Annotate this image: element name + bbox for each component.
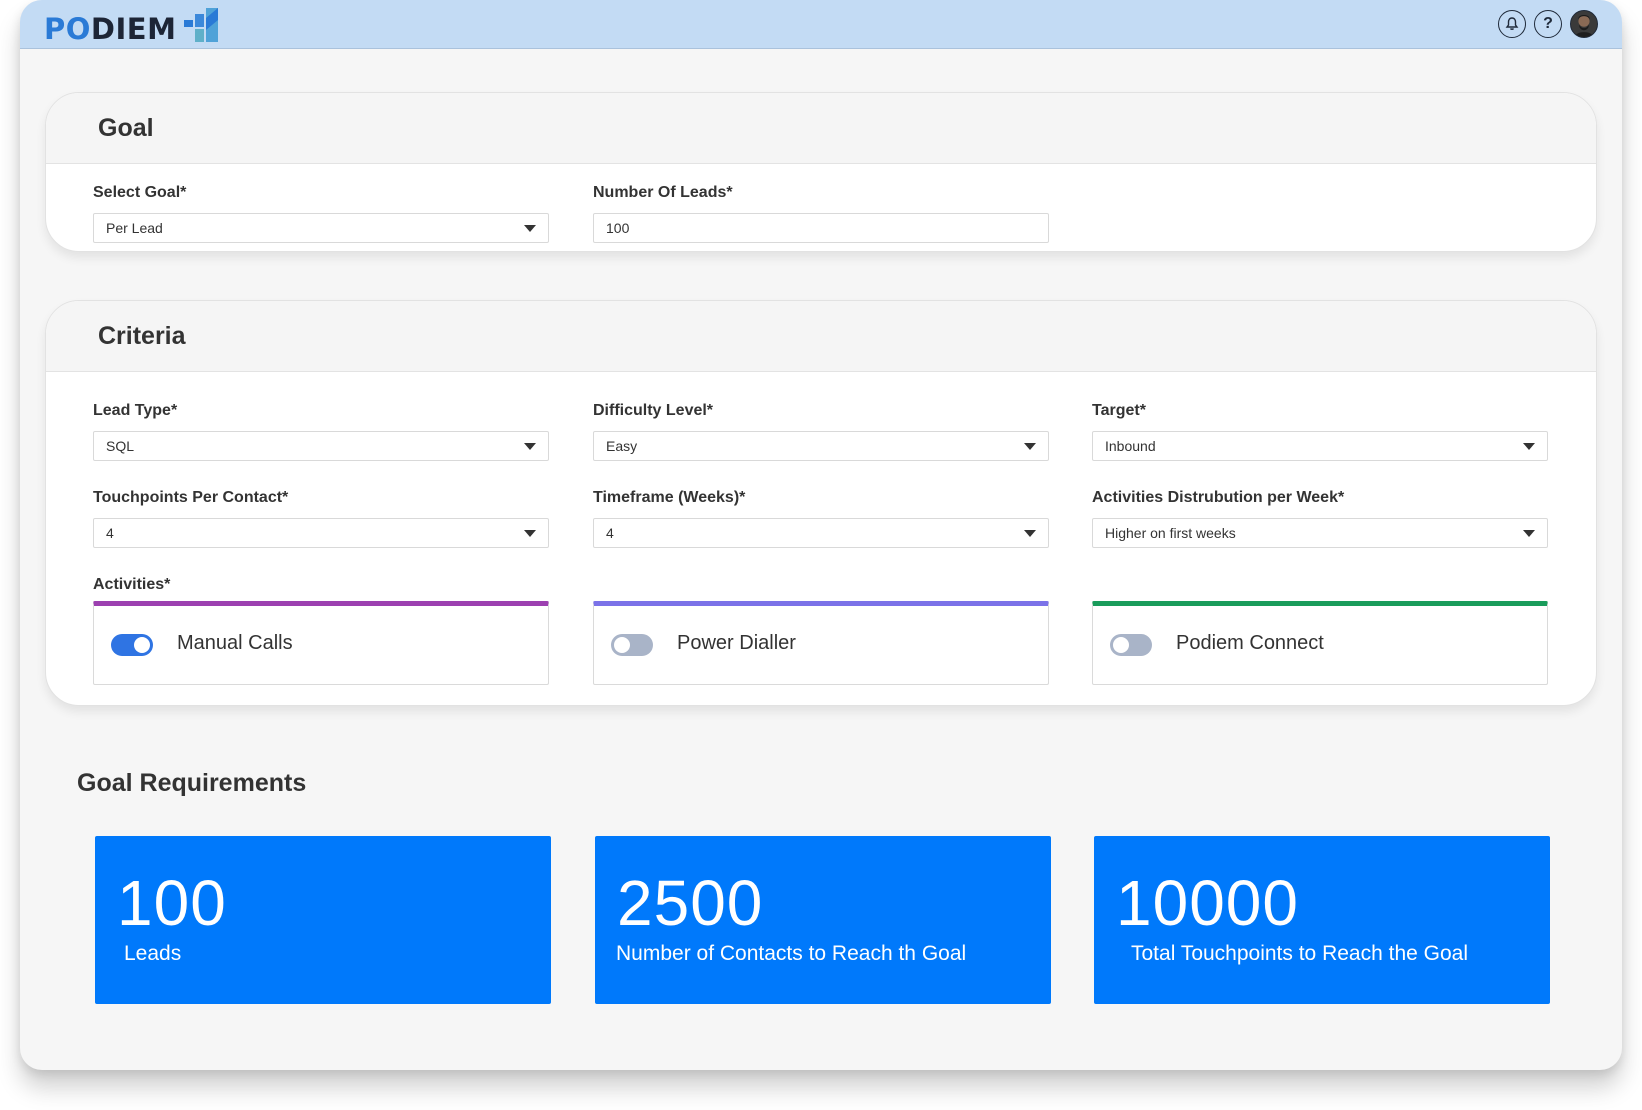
number-of-leads-input[interactable]: 100 <box>593 213 1049 243</box>
lead-type-dropdown[interactable]: SQL <box>93 431 549 461</box>
lead-type-value: SQL <box>106 438 135 454</box>
distribution-value: Higher on first weeks <box>1105 525 1236 541</box>
stat-label: Total Touchpoints to Reach the Goal <box>1131 942 1468 965</box>
lead-type-label: Lead Type* <box>93 402 178 419</box>
help-icon[interactable]: ? <box>1534 10 1562 38</box>
podiem-connect-toggle[interactable] <box>1110 634 1152 656</box>
logo-text: PODIEM <box>44 11 177 46</box>
touchpoints-field: Touchpoints Per Contact* 4 <box>93 488 549 548</box>
criteria-card-header: Criteria <box>46 301 1596 372</box>
goal-card: Goal Select Goal* Per Lead Number Of Lea… <box>45 92 1597 252</box>
power-dialler-toggle[interactable] <box>611 634 653 656</box>
number-of-leads-field: Number Of Leads* 100 <box>593 183 1049 243</box>
caret-down-icon <box>1024 530 1036 537</box>
app-window: PODIEM ? Goal Select Goal* Per Lead Numb… <box>20 0 1622 1070</box>
caret-down-icon <box>524 225 536 232</box>
distribution-label: Activities Distrubution per Week* <box>1092 489 1345 506</box>
avatar[interactable] <box>1570 10 1598 38</box>
caret-down-icon <box>1024 443 1036 450</box>
select-goal-field: Select Goal* Per Lead <box>93 183 549 243</box>
timeframe-dropdown[interactable]: 4 <box>593 518 1049 548</box>
difficulty-level-field: Difficulty Level* Easy <box>593 401 1049 461</box>
caret-down-icon <box>1523 443 1535 450</box>
goal-title: Goal <box>98 113 154 142</box>
target-dropdown[interactable]: Inbound <box>1092 431 1548 461</box>
activity-podiem-connect: Podiem Connect <box>1092 601 1548 685</box>
target-label: Target* <box>1092 402 1146 419</box>
timeframe-value: 4 <box>606 525 614 541</box>
difficulty-level-label: Difficulty Level* <box>593 402 714 419</box>
touchpoints-label: Touchpoints Per Contact* <box>93 489 289 506</box>
top-bar: PODIEM ? <box>20 0 1622 49</box>
stat-value: 10000 <box>1116 867 1299 939</box>
stat-label: Leads <box>124 942 182 965</box>
criteria-title: Criteria <box>98 321 186 350</box>
podiem-logo[interactable]: PODIEM <box>44 6 220 44</box>
stat-card-leads: 100 Leads <box>95 836 551 1004</box>
distribution-field: Activities Distrubution per Week* Higher… <box>1092 488 1548 548</box>
goal-requirements-title: Goal Requirements <box>77 769 307 797</box>
lead-type-field: Lead Type* SQL <box>93 401 549 461</box>
activity-label: Power Dialler <box>677 632 796 654</box>
stat-value: 100 <box>117 867 227 939</box>
bell-icon[interactable] <box>1498 10 1526 38</box>
distribution-dropdown[interactable]: Higher on first weeks <box>1092 518 1548 548</box>
difficulty-level-value: Easy <box>606 438 638 454</box>
touchpoints-dropdown[interactable]: 4 <box>93 518 549 548</box>
toggle-knob <box>614 637 630 653</box>
activity-label: Podiem Connect <box>1176 632 1324 654</box>
select-goal-label: Select Goal* <box>93 184 187 201</box>
difficulty-level-dropdown[interactable]: Easy <box>593 431 1049 461</box>
select-goal-dropdown[interactable]: Per Lead <box>93 213 549 243</box>
activities-label: Activities* <box>93 576 171 593</box>
activity-manual-calls: Manual Calls <box>93 601 549 685</box>
target-field: Target* Inbound <box>1092 401 1548 461</box>
select-goal-value: Per Lead <box>106 220 163 236</box>
goal-card-header: Goal <box>46 93 1596 164</box>
stat-label: Number of Contacts to Reach th Goal <box>616 942 967 965</box>
caret-down-icon <box>524 530 536 537</box>
timeframe-field: Timeframe (Weeks)* 4 <box>593 488 1049 548</box>
stat-card-touchpoints: 10000 Total Touchpoints to Reach the Goa… <box>1094 836 1550 1004</box>
criteria-card: Criteria Lead Type* SQL Difficulty Level… <box>45 300 1597 706</box>
activity-label: Manual Calls <box>177 632 293 654</box>
manual-calls-toggle[interactable] <box>111 634 153 656</box>
stat-card-contacts: 2500 Number of Contacts to Reach th Goal <box>595 836 1051 1004</box>
stat-value: 2500 <box>617 867 764 939</box>
number-of-leads-label: Number Of Leads* <box>593 184 733 201</box>
activity-power-dialler: Power Dialler <box>593 601 1049 685</box>
toggle-knob <box>134 637 150 653</box>
caret-down-icon <box>1523 530 1535 537</box>
target-value: Inbound <box>1105 438 1156 454</box>
logo-mark-icon <box>184 8 219 42</box>
timeframe-label: Timeframe (Weeks)* <box>593 489 746 506</box>
caret-down-icon <box>524 443 536 450</box>
toggle-knob <box>1113 637 1129 653</box>
header-actions: ? <box>1498 10 1598 38</box>
touchpoints-value: 4 <box>106 525 114 541</box>
